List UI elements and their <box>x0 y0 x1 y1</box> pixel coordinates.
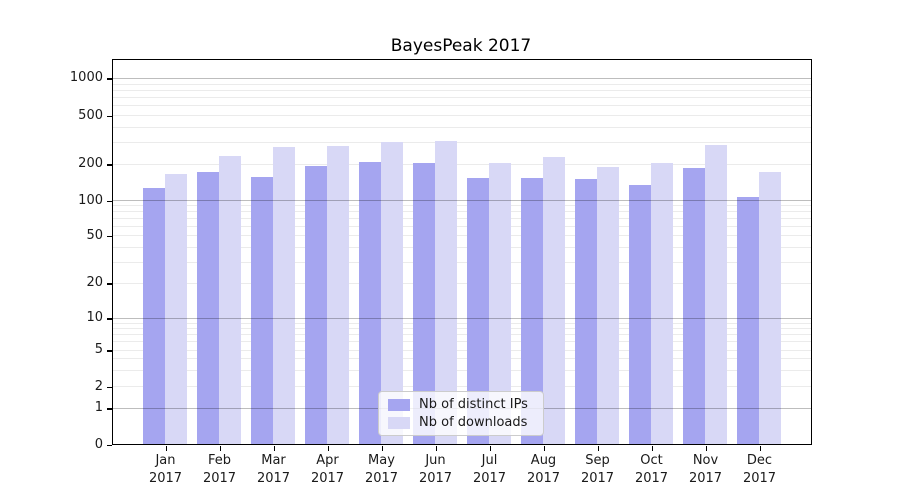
x-tick <box>543 446 545 451</box>
x-tick <box>759 446 761 451</box>
x-tick <box>327 446 329 451</box>
plot-area: Nb of distinct IPs Nb of downloads <box>112 59 812 445</box>
legend-item-distinct-ips: Nb of distinct IPs <box>388 397 534 412</box>
legend-swatch-distinct-ips <box>388 398 410 411</box>
x-tick <box>273 446 275 451</box>
y-tick <box>107 164 112 166</box>
x-tick <box>381 446 383 451</box>
y-tick <box>107 78 112 80</box>
y-tick <box>107 386 112 389</box>
y-tick-label: 1000 <box>69 70 103 86</box>
bar-distinct-ips-oct <box>629 184 651 444</box>
gridline-minor <box>113 83 811 85</box>
y-tick <box>107 408 112 410</box>
y-tick <box>107 115 112 118</box>
y-tick-label: 200 <box>78 156 103 172</box>
gridline-minor <box>113 115 811 117</box>
x-tick <box>597 446 599 451</box>
y-tick <box>107 350 112 352</box>
bar-distinct-ips-feb <box>197 172 219 444</box>
legend-label-distinct-ips: Nb of distinct IPs <box>419 397 528 412</box>
gridline-major <box>113 77 811 79</box>
gridline-minor <box>113 89 811 91</box>
gridline-major <box>113 317 811 319</box>
bar-downloads-oct <box>651 163 673 444</box>
legend-swatch-downloads <box>388 416 410 429</box>
bar-distinct-ips-nov <box>683 167 705 444</box>
gridline-minor <box>113 105 811 107</box>
x-tick <box>435 446 437 451</box>
bar-distinct-ips-mar <box>251 177 273 444</box>
y-tick <box>107 235 112 237</box>
y-tick <box>107 283 112 285</box>
gridline-minor <box>113 142 811 144</box>
gridline-minor <box>113 127 811 128</box>
legend-item-downloads: Nb of downloads <box>388 415 534 430</box>
x-tick <box>651 446 653 451</box>
y-tick <box>107 444 112 446</box>
chart-figure: BayesPeak 2017 Nb of distinct IPs Nb of … <box>0 0 900 500</box>
x-tick-label: Dec 2017 <box>742 453 777 486</box>
bar-downloads-dec <box>759 171 781 444</box>
x-tick <box>219 446 221 451</box>
y-tick-label: 5 <box>94 342 103 357</box>
y-tick-label: 50 <box>86 227 103 243</box>
bar-downloads-sep <box>597 166 619 444</box>
bar-downloads-jan <box>165 173 187 444</box>
x-tick <box>705 446 707 451</box>
gridline-major <box>113 200 811 201</box>
x-tick <box>165 446 167 451</box>
bar-downloads-mar <box>273 147 295 444</box>
bar-downloads-apr <box>327 146 349 444</box>
y-tick-label: 10 <box>86 310 103 326</box>
bar-distinct-ips-apr <box>305 165 327 444</box>
y-tick-label: 100 <box>78 192 103 208</box>
gridline-minor <box>113 97 811 98</box>
y-tick <box>107 200 112 202</box>
y-tick-label: 20 <box>86 275 103 290</box>
y-tick-label: 2 <box>94 378 103 394</box>
chart-title: BayesPeak 2017 <box>390 36 532 56</box>
bar-downloads-nov <box>705 144 727 444</box>
bar-distinct-ips-sep <box>575 178 597 444</box>
bar-distinct-ips-jan <box>143 188 165 444</box>
y-tick-label: 1 <box>94 400 103 415</box>
x-tick <box>489 446 491 451</box>
legend: Nb of distinct IPs Nb of downloads <box>378 391 544 436</box>
y-tick-label: 0 <box>94 436 103 452</box>
y-tick <box>107 318 112 320</box>
legend-label-downloads: Nb of downloads <box>419 415 528 430</box>
y-tick-label: 500 <box>78 107 103 123</box>
